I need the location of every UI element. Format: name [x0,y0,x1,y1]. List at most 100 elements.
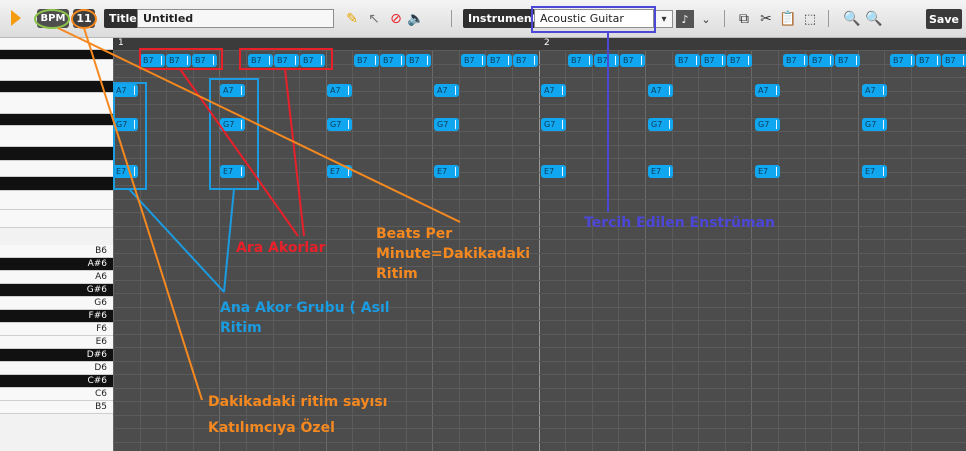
chord-chip[interactable]: A7 [434,84,459,97]
grid-line [113,185,966,186]
pointer-icon[interactable]: ↖ [365,10,383,28]
chord-chip-b7[interactable]: B7 [166,54,191,67]
piano-key[interactable] [0,210,113,228]
chevron-down-icon[interactable]: ⌄ [697,10,715,28]
chord-chip-b7[interactable]: B7 [406,54,431,67]
grid-line [113,225,966,227]
chord-chip-b7[interactable]: B7 [783,54,808,67]
chord-chip[interactable]: G7 [755,118,780,131]
piano-key[interactable] [0,147,113,161]
title-input[interactable]: Untitled [137,9,334,28]
bpm-label-line: Ritim [376,266,418,282]
chord-chip[interactable]: E7 [113,165,138,178]
piano-key-label[interactable]: A6 [0,271,113,284]
bpm-button[interactable]: BPM [37,9,69,28]
chord-chip[interactable]: A7 [755,84,780,97]
chord-chip-b7[interactable]: B7 [354,54,379,67]
cut-icon[interactable]: ✂ [757,10,775,28]
chord-chip[interactable]: G7 [327,118,352,131]
grid-line [113,266,966,267]
delete-icon[interactable]: ⊘ [387,10,405,28]
chord-chip[interactable]: G7 [541,118,566,131]
chord-chip-b7[interactable]: B7 [192,54,217,67]
piano-key[interactable] [0,191,113,210]
chord-chip-b7[interactable]: B7 [487,54,512,67]
chord-chip-b7[interactable]: B7 [568,54,593,67]
play-icon[interactable] [11,10,21,26]
chord-chip[interactable]: A7 [541,84,566,97]
chord-chip-b7[interactable]: B7 [835,54,860,67]
chord-chip[interactable]: A7 [862,84,887,97]
piano-key[interactable] [0,177,113,191]
grid-line [618,50,620,451]
instrument-picker-icon[interactable]: ♪ [676,10,694,28]
piano-key-label[interactable]: G6 [0,297,113,310]
bpm-value[interactable]: 11 [73,9,95,28]
chord-chip[interactable]: G7 [862,118,887,131]
chord-chip-b7[interactable]: B7 [140,54,165,67]
zoom-out-icon[interactable]: 🔍 [843,10,861,28]
chord-chip[interactable]: E7 [434,165,459,178]
chord-chip-b7[interactable]: B7 [916,54,941,67]
piano-key-label[interactable]: G#6 [0,284,113,297]
piano-key-label[interactable]: A#6 [0,258,113,271]
grid-line [857,50,859,451]
chord-chip-b7[interactable]: B7 [809,54,834,67]
chord-chip[interactable]: A7 [220,84,245,97]
chord-chip-b7[interactable]: B7 [461,54,486,67]
chord-chip[interactable]: G7 [220,118,245,131]
pencil-icon[interactable]: ✎ [343,10,361,28]
chord-chip[interactable]: A7 [648,84,673,97]
chord-chip[interactable]: G7 [434,118,459,131]
paste-icon[interactable]: 📋 [779,10,797,28]
chord-chip-b7[interactable]: B7 [701,54,726,67]
chord-chip[interactable]: E7 [220,165,245,178]
chord-chip[interactable]: E7 [541,165,566,178]
piano-key-label[interactable]: D6 [0,362,113,375]
piano-key-label[interactable]: B6 [0,245,113,258]
chord-chip[interactable]: G7 [113,118,138,131]
copy-icon[interactable]: ⧉ [735,10,753,28]
chord-chip-b7[interactable]: B7 [942,54,966,67]
chord-chip-b7[interactable]: B7 [300,54,325,67]
chord-chip-b7[interactable]: B7 [248,54,273,67]
chord-chip[interactable]: E7 [755,165,780,178]
chord-chip[interactable]: E7 [648,165,673,178]
dropdown-arrow-icon[interactable]: ▾ [655,10,673,28]
piano-key[interactable] [0,50,113,60]
chord-chip-b7[interactable]: B7 [274,54,299,67]
chord-chip-b7[interactable]: B7 [594,54,619,67]
piano-key-label[interactable]: C#6 [0,375,113,388]
chord-chip-b7[interactable]: B7 [513,54,538,67]
speaker-icon[interactable]: 🔈 [407,10,425,28]
chord-chip-b7[interactable]: B7 [620,54,645,67]
select-icon[interactable]: ⬚ [801,10,819,28]
chord-chip-b7[interactable]: B7 [380,54,405,67]
chord-chip[interactable]: G7 [648,118,673,131]
separator [828,10,829,27]
piano-key[interactable] [0,60,113,81]
chord-chip[interactable]: E7 [327,165,352,178]
piano-key-label[interactable]: E6 [0,336,113,349]
chord-chip[interactable]: A7 [327,84,352,97]
chord-chip-b7[interactable]: B7 [890,54,915,67]
instrument-select[interactable]: Acoustic Guitar [534,9,654,28]
chord-chip-b7[interactable]: B7 [675,54,700,67]
piano-key-label[interactable]: D#6 [0,349,113,362]
chord-chip[interactable]: A7 [113,84,138,97]
chord-chip[interactable]: E7 [862,165,887,178]
zoom-in-icon[interactable]: 🔍 [865,10,883,28]
piano-key[interactable] [0,126,113,147]
dakikadaki-label-line: Dakikadaki ritim sayısı [208,394,388,410]
piano-key-label[interactable]: C6 [0,388,113,401]
piano-key[interactable] [0,38,113,50]
piano-key[interactable] [0,93,113,114]
save-button[interactable]: Save [926,9,962,29]
piano-key[interactable] [0,81,113,93]
piano-key[interactable] [0,161,113,177]
piano-key-label[interactable]: F6 [0,323,113,336]
piano-key-label[interactable]: F#6 [0,310,113,323]
piano-key-label[interactable]: B5 [0,401,113,414]
chord-chip-b7[interactable]: B7 [727,54,752,67]
piano-key[interactable] [0,114,113,126]
